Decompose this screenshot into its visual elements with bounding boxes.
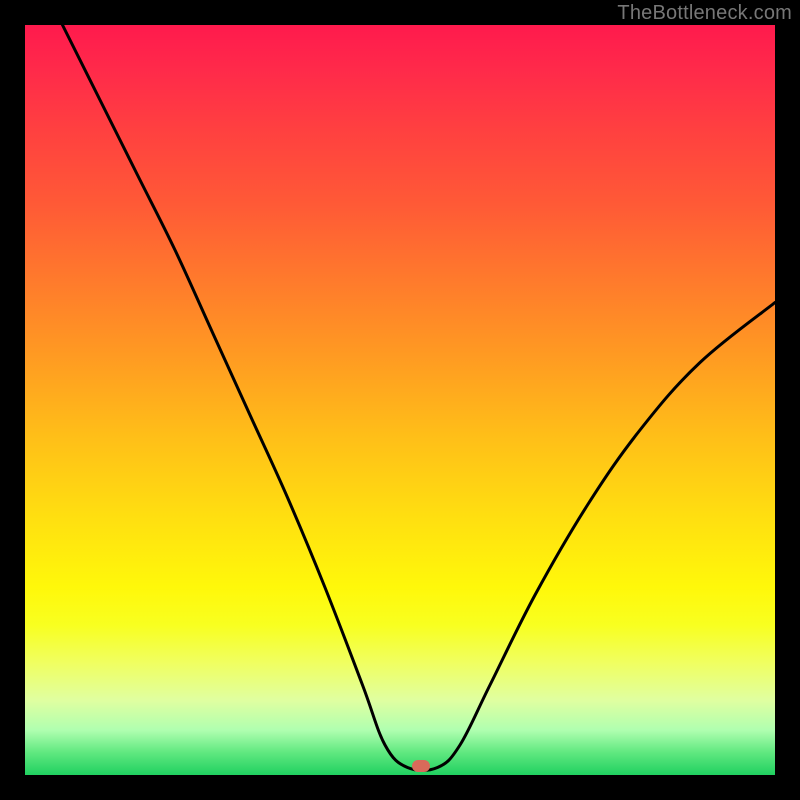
plot-area	[25, 25, 775, 775]
bottleneck-curve	[25, 25, 775, 775]
optimum-marker	[412, 760, 430, 772]
chart-frame: TheBottleneck.com	[0, 0, 800, 800]
watermark-text: TheBottleneck.com	[617, 2, 792, 25]
